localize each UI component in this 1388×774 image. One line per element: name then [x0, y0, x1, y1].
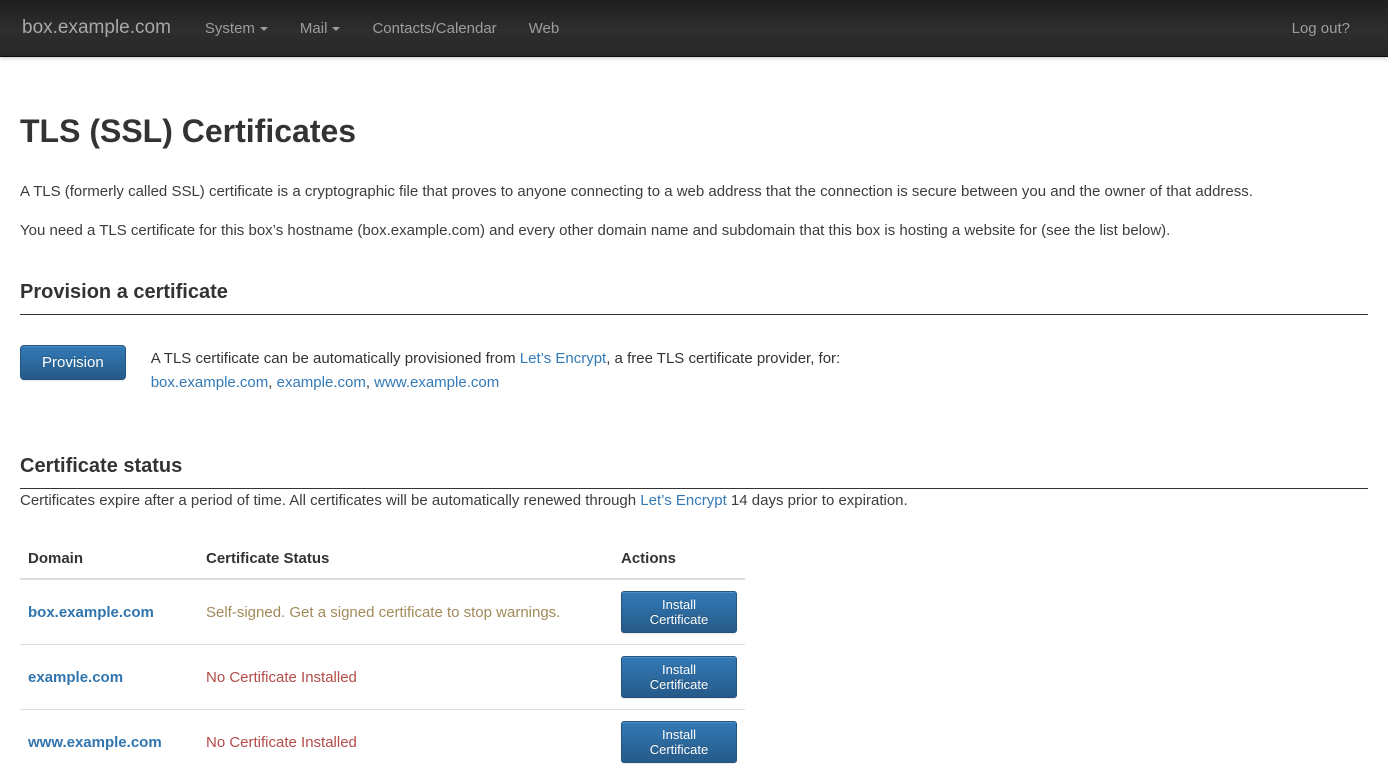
- caret-down-icon: [260, 27, 268, 31]
- provision-text-before: A TLS certificate can be automatically p…: [151, 350, 520, 367]
- logout-link[interactable]: Log out?: [1276, 1, 1366, 56]
- status-cell: No Certificate Installed: [198, 710, 613, 774]
- domain-link[interactable]: box.example.com: [28, 604, 154, 621]
- status-section-heading: Certificate status: [20, 455, 1368, 489]
- domain-cell: box.example.com: [20, 579, 198, 645]
- actions-cell: Install Certificate: [613, 710, 745, 774]
- navbar-menu: System Mail Contacts/Calendar Web: [189, 1, 575, 56]
- install-certificate-button[interactable]: Install Certificate: [621, 591, 737, 633]
- domain-cell: example.com: [20, 645, 198, 710]
- actions-cell: Install Certificate: [613, 645, 745, 710]
- provision-description-line: A TLS certificate can be automatically p…: [151, 347, 841, 371]
- intro-paragraph-1: A TLS (formerly called SSL) certificate …: [20, 180, 1368, 204]
- lets-encrypt-link[interactable]: Let’s Encrypt: [640, 492, 726, 509]
- domain-link[interactable]: example.com: [28, 669, 123, 686]
- nav-item-system-label: System: [205, 20, 255, 37]
- column-header-domain: Domain: [20, 539, 198, 579]
- actions-cell: Install Certificate: [613, 579, 745, 645]
- navbar-brand[interactable]: box.example.com: [22, 17, 171, 39]
- certificate-table: Domain Certificate Status Actions box.ex…: [20, 539, 745, 774]
- table-row: box.example.com Self-signed. Get a signe…: [20, 579, 745, 645]
- provision-row: Provision A TLS certificate can be autom…: [20, 345, 1368, 395]
- certificate-table-header: Domain Certificate Status Actions: [20, 539, 745, 579]
- provision-section-heading: Provision a certificate: [20, 281, 1368, 315]
- table-row: example.com No Certificate Installed Ins…: [20, 645, 745, 710]
- nav-item-system[interactable]: System: [189, 1, 284, 56]
- provision-domain-link[interactable]: www.example.com: [374, 374, 499, 391]
- nav-item-mail[interactable]: Mail: [284, 1, 357, 56]
- column-header-status: Certificate Status: [198, 539, 613, 579]
- status-cell: No Certificate Installed: [198, 645, 613, 710]
- provision-domain-list: box.example.com example.com www.example.…: [151, 371, 841, 395]
- nav-item-web[interactable]: Web: [513, 1, 576, 56]
- status-text-after: 14 days prior to expiration.: [727, 492, 908, 509]
- domain-cell: www.example.com: [20, 710, 198, 774]
- provision-domain-link[interactable]: example.com: [277, 374, 375, 391]
- caret-down-icon: [332, 27, 340, 31]
- nav-item-contacts-calendar[interactable]: Contacts/Calendar: [356, 1, 512, 56]
- status-cell: Self-signed. Get a signed certificate to…: [198, 579, 613, 645]
- main-content: TLS (SSL) Certificates A TLS (formerly c…: [20, 113, 1368, 774]
- provision-domain-link[interactable]: box.example.com: [151, 374, 277, 391]
- install-certificate-button[interactable]: Install Certificate: [621, 656, 737, 698]
- domain-link[interactable]: www.example.com: [28, 734, 162, 751]
- nav-item-mail-label: Mail: [300, 20, 328, 37]
- page-title: TLS (SSL) Certificates: [20, 113, 1368, 150]
- status-note: Certificates expire after a period of ti…: [20, 489, 1368, 513]
- provision-description: A TLS certificate can be automatically p…: [151, 345, 841, 395]
- table-row: www.example.com No Certificate Installed…: [20, 710, 745, 774]
- lets-encrypt-link[interactable]: Let’s Encrypt: [520, 350, 606, 367]
- intro-paragraph-2: You need a TLS certificate for this box’…: [20, 219, 1368, 243]
- provision-text-after: , a free TLS certificate provider, for:: [606, 350, 840, 367]
- top-navbar: box.example.com System Mail Contacts/Cal…: [0, 0, 1388, 57]
- column-header-actions: Actions: [613, 539, 745, 579]
- install-certificate-button[interactable]: Install Certificate: [621, 721, 737, 763]
- status-text-before: Certificates expire after a period of ti…: [20, 492, 640, 509]
- provision-button[interactable]: Provision: [20, 345, 126, 380]
